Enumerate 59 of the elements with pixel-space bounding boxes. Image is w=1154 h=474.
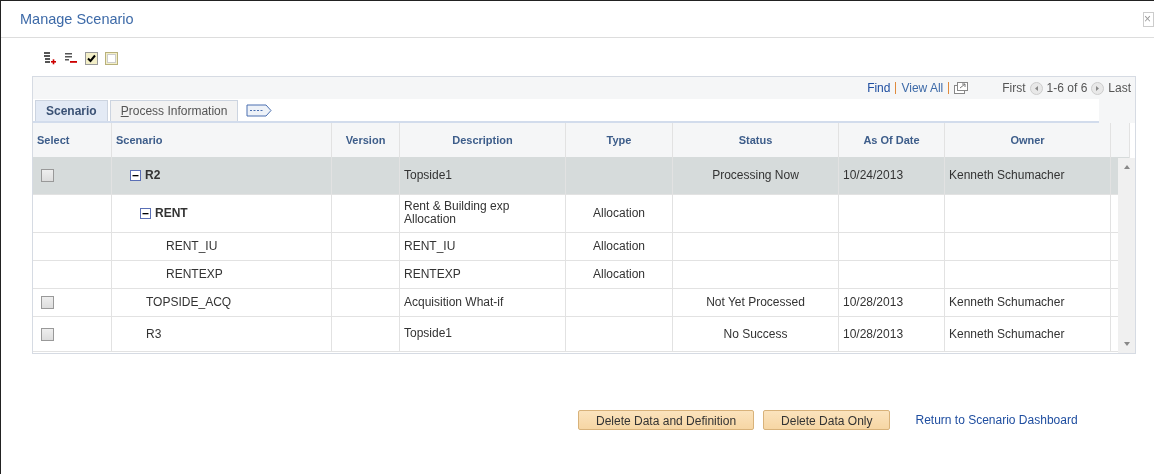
action-button[interactable]: Delete Data Only bbox=[763, 410, 891, 430]
new-window-icon[interactable] bbox=[954, 82, 969, 94]
scroll-down-icon[interactable] bbox=[1122, 341, 1131, 347]
scenario-name: R2 bbox=[145, 168, 161, 183]
scroll-up-icon[interactable] bbox=[1122, 164, 1131, 170]
scenario-name: RENT_IU bbox=[166, 239, 218, 253]
scenario-name: R3 bbox=[146, 326, 162, 341]
column-header[interactable]: Scenario bbox=[116, 134, 163, 146]
collapse-icon[interactable] bbox=[140, 207, 151, 219]
owner-text: Kenneth Schumacher bbox=[949, 168, 1065, 183]
column-header: Type bbox=[606, 134, 632, 146]
page-range: 1-6 of 6 bbox=[1046, 81, 1088, 95]
return-link[interactable]: Return to Scenario Dashboard bbox=[915, 413, 1078, 427]
show-all-columns-icon[interactable] bbox=[246, 104, 273, 117]
column-header: Description bbox=[452, 134, 513, 146]
window-title: Manage Scenario bbox=[20, 11, 134, 27]
collapse-icon[interactable] bbox=[130, 169, 141, 181]
select-checkbox[interactable] bbox=[41, 296, 54, 310]
collapse-all-icon[interactable] bbox=[64, 51, 78, 65]
column-header: Version bbox=[345, 134, 386, 146]
date-text: 10/28/2013 bbox=[843, 326, 904, 341]
tab[interactable]: Scenario bbox=[35, 100, 108, 121]
column-header: As Of Date bbox=[863, 134, 920, 146]
tab[interactable]: Process Information bbox=[109, 100, 239, 121]
check-all-icon[interactable] bbox=[85, 51, 98, 65]
owner-text: Kenneth Schumacher bbox=[949, 326, 1065, 341]
column-header: Status bbox=[738, 134, 773, 146]
action-button[interactable]: Delete Data and Definition bbox=[578, 410, 755, 430]
description-text: Acquisition What-if bbox=[404, 295, 505, 309]
date-text: 10/28/2013 bbox=[843, 295, 904, 309]
date-text: 10/24/2013 bbox=[843, 168, 904, 183]
expand-all-icon[interactable] bbox=[43, 51, 57, 65]
scenario-name: TOPSIDE_ACQ bbox=[146, 295, 232, 309]
status-text: Not Yet Processed bbox=[706, 295, 805, 309]
column-header: Owner bbox=[1010, 134, 1045, 146]
column-header: Select bbox=[37, 134, 70, 146]
owner-text: Kenneth Schumacher bbox=[949, 295, 1065, 309]
select-checkbox[interactable] bbox=[41, 327, 54, 341]
view-all-link[interactable]: View All bbox=[901, 81, 944, 95]
status-text: No Success bbox=[723, 326, 788, 341]
status-text: Processing Now bbox=[712, 168, 799, 183]
type-text: Allocation bbox=[593, 267, 645, 281]
type-text: Allocation bbox=[593, 239, 645, 253]
description-text: Topside1 bbox=[404, 168, 454, 182]
scenario-name: RENT bbox=[155, 206, 188, 220]
vertical-scrollbar[interactable] bbox=[1118, 158, 1135, 353]
last-label: Last bbox=[1108, 81, 1131, 95]
first-label: First bbox=[1002, 81, 1026, 95]
description-text: Topside1 bbox=[404, 327, 454, 340]
find-link[interactable]: Find bbox=[867, 81, 891, 95]
description-text: RENTEXP bbox=[404, 267, 462, 281]
type-text: Allocation bbox=[593, 206, 645, 220]
select-checkbox[interactable] bbox=[41, 169, 54, 183]
description-text: RENT_IU bbox=[404, 239, 457, 253]
description-text: Rent & Building exp Allocation bbox=[404, 200, 511, 226]
scenario-name: RENTEXP bbox=[166, 267, 223, 281]
uncheck-all-icon[interactable] bbox=[105, 51, 118, 65]
previous-icon[interactable] bbox=[1029, 81, 1043, 95]
next-icon[interactable] bbox=[1091, 81, 1105, 95]
